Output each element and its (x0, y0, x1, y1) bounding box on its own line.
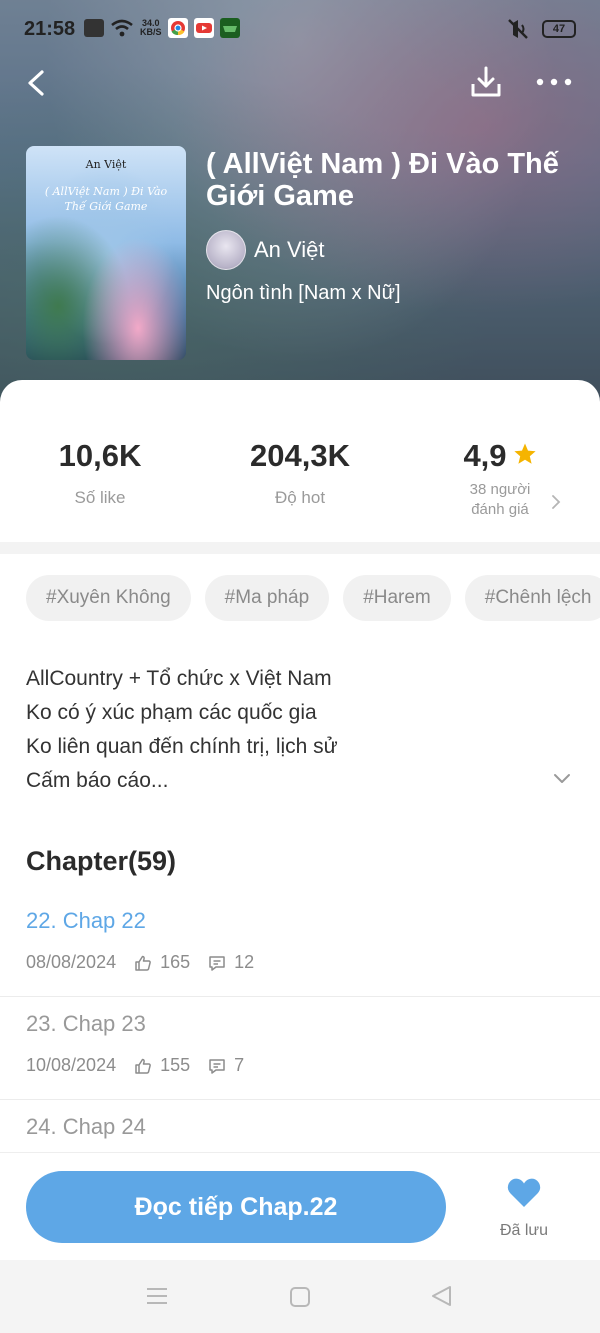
thumbs-up-icon (135, 1058, 151, 1074)
comment-icon (209, 1058, 225, 1074)
chapter-comments: 7 (234, 1055, 245, 1075)
tag-chip[interactable]: #Xuyên Không (26, 575, 191, 621)
status-right: 47 (506, 18, 576, 40)
rating-value: 4,9 (463, 438, 507, 473)
cover-title-text: ( AllViệt Nam ) Đi Vào Thế Giới Game (44, 185, 168, 213)
tag-chip[interactable]: #Harem (343, 575, 451, 621)
author-avatar[interactable] (206, 230, 246, 270)
description-line: Ko liên quan đến chính trị, lịch sử (26, 735, 338, 758)
notification-icon (84, 19, 104, 37)
likes-stat: 10,6K Số like (0, 438, 200, 508)
section-divider (0, 542, 600, 554)
tag-chip[interactable]: #Ma pháp (204, 575, 330, 621)
chapter-row[interactable]: 22. Chap 22 08/08/2024 165 12 (0, 894, 600, 997)
wifi-icon (111, 19, 133, 37)
status-bar: 21:58 34.0 KB/S 47 (0, 0, 600, 60)
rating-value-row: 4,9 (400, 438, 600, 474)
book-description[interactable]: AllCountry + Tổ chức x Việt Nam Ko có ý … (26, 662, 546, 798)
continue-reading-button[interactable]: Đọc tiếp Chap.22 (26, 1171, 446, 1243)
chapter-title[interactable]: 24. Chap 24 (26, 1114, 146, 1140)
tag-chip[interactable]: #Chênh lệch (464, 575, 600, 621)
stats-row: 10,6K Số like 204,3K Độ hot 4,9 38 người… (0, 438, 600, 538)
youtube-icon (193, 18, 214, 38)
chapter-meta: 08/08/2024 165 12 (26, 952, 254, 973)
back-arrow-icon[interactable] (22, 66, 52, 100)
chapter-comments: 12 (234, 952, 255, 972)
chapter-date: 10/08/2024 (26, 1055, 117, 1075)
back-triangle-icon[interactable] (430, 1284, 454, 1308)
game-app-icon (219, 18, 240, 38)
download-icon[interactable] (468, 64, 504, 100)
chapter-title[interactable]: 22. Chap 22 (26, 908, 146, 934)
saved-label: Đã lưu (499, 1222, 549, 1239)
rating-count-label: 38 người đánh giá (400, 480, 600, 520)
bottom-action-bar: Đọc tiếp Chap.22 Đã lưu (0, 1152, 600, 1260)
author-name[interactable]: An Việt (254, 237, 325, 263)
status-time: 21:58 (24, 18, 76, 40)
rating-count-line1: 38 người (469, 481, 531, 498)
rating-count-line2: đánh giá (471, 501, 529, 518)
chapter-likes: 165 (160, 952, 191, 972)
rating-stat[interactable]: 4,9 38 người đánh giá (400, 438, 600, 520)
home-square-icon[interactable] (289, 1286, 311, 1308)
chrome-icon (167, 18, 188, 38)
description-line: AllCountry + Tổ chức x Việt Nam (26, 667, 332, 690)
menu-icon[interactable] (146, 1286, 168, 1306)
chapter-likes: 155 (160, 1055, 191, 1075)
chevron-right-icon[interactable] (550, 494, 562, 510)
chapter-date: 08/08/2024 (26, 952, 117, 972)
comment-icon (209, 955, 225, 971)
network-speed: 34.0 KB/S (140, 19, 162, 37)
heart-icon (507, 1178, 541, 1207)
more-options-icon[interactable] (534, 72, 574, 92)
description-line: Ko có ý xúc phạm các quốc gia (26, 701, 317, 724)
chapter-heading: Chapter(59) (26, 846, 177, 876)
author-row[interactable]: An Việt (206, 230, 325, 270)
chapter-meta: 10/08/2024 155 7 (26, 1055, 244, 1076)
tag-list: #Xuyên Không #Ma pháp #Harem #Chênh lệch (26, 575, 600, 623)
saved-button[interactable]: Đã lưu (496, 1177, 552, 1240)
star-icon (513, 443, 536, 464)
hot-value: 204,3K (250, 438, 350, 473)
cover-author-text: An Việt (85, 158, 127, 171)
book-title: ( AllViệt Nam ) Đi Vào Thế Giới Game (206, 148, 559, 212)
silent-mode-icon (508, 19, 528, 39)
hot-stat: 204,3K Độ hot (200, 438, 400, 508)
chapter-row[interactable]: 23. Chap 23 10/08/2024 155 7 (0, 997, 600, 1100)
book-cover[interactable]: An Việt ( AllViệt Nam ) Đi Vào Thế Giới … (26, 146, 186, 360)
network-speed-unit: KB/S (140, 27, 162, 37)
top-navigation (0, 58, 600, 108)
thumbs-up-icon (135, 955, 151, 971)
system-navigation-bar (0, 1260, 600, 1333)
likes-label: Số like (74, 488, 126, 507)
likes-value: 10,6K (58, 438, 142, 473)
chapter-title[interactable]: 23. Chap 23 (26, 1011, 146, 1037)
description-line: Cấm báo cáo... (26, 769, 169, 792)
status-icons: 34.0 KB/S (84, 18, 240, 38)
expand-chevron-icon[interactable] (552, 772, 572, 786)
battery-indicator: 47 (542, 20, 576, 38)
book-genre: Ngôn tình [Nam x Nữ] (206, 282, 401, 304)
hot-label: Độ hot (274, 488, 326, 507)
